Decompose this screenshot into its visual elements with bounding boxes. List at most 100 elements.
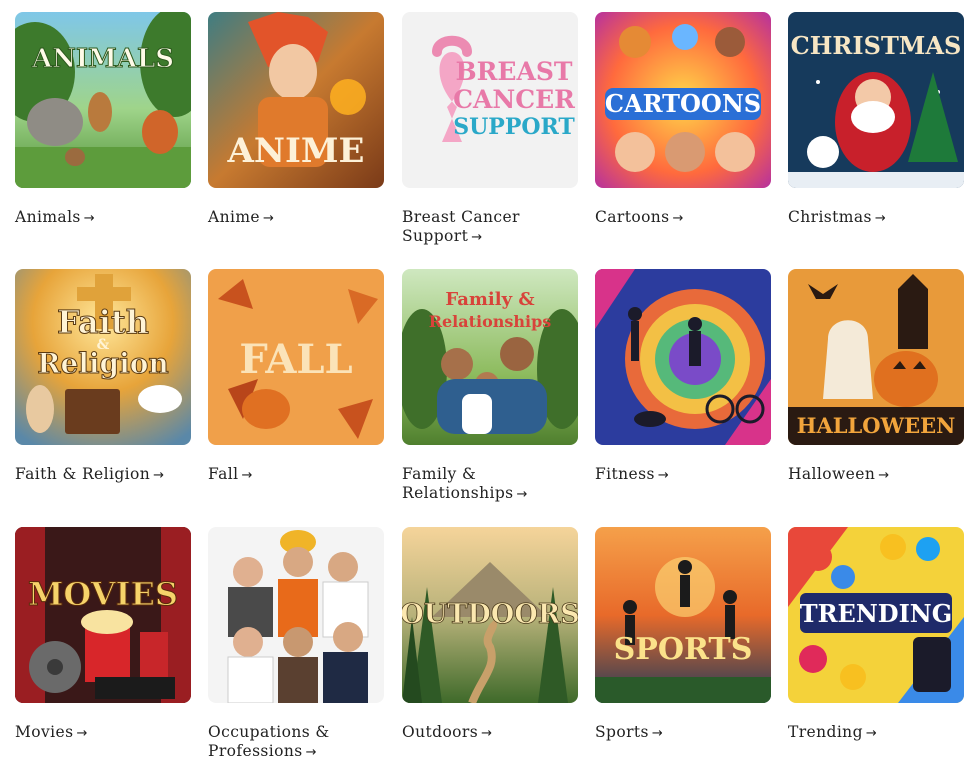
arrow-right-icon: →	[481, 726, 493, 741]
anime-thumbnail: ANIME	[208, 12, 384, 188]
anime-image-text: ANIME	[227, 131, 365, 171]
fall-thumbnail: FALL	[208, 269, 384, 445]
breast-cancer-image-text-2: CANCER	[453, 85, 575, 114]
category-label: Cartoons	[595, 208, 670, 226]
category-card-christmas[interactable]: CHRISTMAS Christmas →	[788, 12, 964, 229]
anime-image: ANIME	[208, 12, 384, 188]
breast-cancer-support-thumbnail: BREAST CANCER SUPPORT	[402, 12, 578, 188]
arrow-right-icon: →	[651, 726, 664, 741]
category-card-anime[interactable]: ANIME Anime →	[208, 12, 384, 229]
arrow-right-icon: →	[657, 468, 670, 483]
fall-image-text: FALL	[239, 336, 352, 383]
animals-thumbnail: ANIMALS	[15, 12, 191, 188]
faith-image-text-1: Faith	[57, 303, 149, 341]
bible-icon	[65, 389, 120, 434]
arrow-right-icon: →	[516, 486, 528, 502]
cartoons-thumbnail: CARTOONS	[595, 12, 771, 188]
sports-image-text: SPORTS	[614, 632, 753, 667]
category-card-outdoors[interactable]: OUTDOORS Outdoors →	[402, 527, 578, 744]
outdoors-image: OUTDOORS	[402, 527, 578, 703]
christmas-image: CHRISTMAS	[788, 12, 964, 188]
family-relationships-image: Family & Relationships	[402, 269, 578, 445]
family-relationships-thumbnail: Family & Relationships	[402, 269, 578, 445]
arrow-right-icon: →	[241, 468, 253, 483]
category-card-sports[interactable]: SPORTS Sports →	[595, 527, 771, 744]
pinterest-icon	[799, 645, 827, 673]
animals-image-text: ANIMALS	[31, 44, 174, 74]
category-card-family-relationships[interactable]: Family & Relationships Family & Relation…	[402, 269, 578, 504]
movies-thumbnail: MOVIES	[15, 527, 191, 703]
occupations-professions-thumbnail	[208, 527, 384, 703]
movies-image: MOVIES	[15, 527, 191, 703]
fall-image: FALL	[208, 269, 384, 445]
cartoons-image: CARTOONS	[595, 12, 771, 188]
category-label: Fall	[208, 465, 239, 483]
breast-cancer-image-text-1: BREAST	[455, 57, 572, 86]
breast-cancer-image-text-3: SUPPORT	[453, 114, 575, 140]
twitter-icon	[916, 537, 940, 561]
arrow-right-icon: →	[76, 726, 88, 741]
category-label: Faith & Religion	[15, 465, 151, 483]
category-card-breast-cancer-support[interactable]: BREAST CANCER SUPPORT Breast Cancer Supp…	[402, 12, 578, 247]
cartoons-image-text: CARTOONS	[605, 89, 761, 118]
halloween-image-text: HALLOWEEN	[797, 413, 956, 438]
sports-thumbnail: SPORTS	[595, 527, 771, 703]
movies-image-text: MOVIES	[28, 575, 178, 613]
arrow-right-icon: →	[672, 211, 684, 226]
arrow-right-icon: →	[865, 726, 878, 741]
category-label: Christmas	[788, 208, 872, 226]
category-card-fall[interactable]: FALL Fall →	[208, 269, 384, 486]
category-card-occupations-professions[interactable]: Occupations & Professions →	[208, 527, 384, 762]
category-label: Outdoors	[402, 723, 479, 741]
emoji-icon	[840, 664, 866, 690]
category-card-halloween[interactable]: HALLOWEEN Halloween →	[788, 269, 964, 486]
category-card-trending[interactable]: TRENDING Trending →	[788, 527, 964, 744]
outdoors-image-text: OUTDOORS	[402, 599, 578, 630]
arrow-right-icon: →	[305, 744, 317, 760]
faith-religion-image: Faith & Religion	[15, 269, 191, 445]
christmas-image-text: CHRISTMAS	[791, 31, 962, 60]
category-label: Sports	[595, 723, 649, 741]
category-card-movies[interactable]: MOVIES Movies →	[15, 527, 191, 744]
phone-icon	[913, 637, 951, 692]
category-grid: ANIMALS Animals → ANIME Anime → BREAST C…	[0, 0, 976, 760]
pumpkin-icon	[242, 389, 290, 429]
arrow-right-icon: →	[263, 211, 275, 226]
breast-cancer-support-image: BREAST CANCER SUPPORT	[402, 12, 578, 188]
family-image-text-2: Relationships	[429, 312, 552, 331]
trending-image: TRENDING	[788, 527, 964, 703]
faith-religion-thumbnail: Faith & Religion	[15, 269, 191, 445]
category-card-cartoons[interactable]: CARTOONS Cartoons →	[595, 12, 771, 229]
sports-image: SPORTS	[595, 527, 771, 703]
category-label: Trending	[788, 723, 863, 741]
category-label: Movies	[15, 723, 74, 741]
arrow-right-icon: →	[83, 211, 96, 226]
trending-image-text: TRENDING	[800, 599, 953, 628]
category-label: Halloween	[788, 465, 876, 483]
dove-icon	[138, 385, 182, 413]
faith-image-text-3: Religion	[37, 347, 169, 380]
fitness-thumbnail	[595, 269, 771, 445]
christmas-thumbnail: CHRISTMAS	[788, 12, 964, 188]
halloween-thumbnail: HALLOWEEN	[788, 269, 964, 445]
category-label: Family & Relationships	[402, 465, 514, 502]
trending-thumbnail: TRENDING	[788, 527, 964, 703]
pumpkin-icon	[874, 351, 938, 407]
category-card-fitness[interactable]: Fitness →	[595, 269, 771, 486]
arrow-right-icon: →	[874, 211, 887, 226]
category-label: Fitness	[595, 465, 655, 483]
outdoors-thumbnail: OUTDOORS	[402, 527, 578, 703]
category-card-animals[interactable]: ANIMALS Animals →	[15, 12, 191, 229]
check-icon	[831, 565, 855, 589]
category-card-faith-religion[interactable]: Faith & Religion Faith & Religion →	[15, 269, 191, 486]
arrow-right-icon: →	[471, 229, 483, 245]
category-label: Anime	[208, 208, 261, 226]
ghost-icon	[823, 320, 873, 399]
halloween-image: HALLOWEEN	[788, 269, 964, 445]
animals-image: ANIMALS	[15, 12, 191, 188]
emoji-icon	[880, 534, 906, 560]
fitness-image	[595, 269, 771, 445]
occupations-professions-image	[208, 527, 384, 703]
arrow-right-icon: →	[878, 468, 890, 483]
category-label: Animals	[15, 208, 81, 226]
